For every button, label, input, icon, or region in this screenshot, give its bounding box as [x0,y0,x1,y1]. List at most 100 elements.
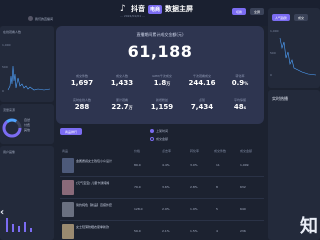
trend-line [279,37,317,76]
total-gmv-value: 61,188 [127,42,193,61]
edge-glyph: ‹ [0,207,5,218]
metric-label: 平均停留 [233,98,246,102]
qty: 4 [216,229,218,233]
table-row[interactable]: [元气宝宝] 儿童卡通纯棉 79.0 3.6% 2.8% 8 632 [60,177,264,199]
fullscreen-button[interactable]: 全屏 [250,8,264,15]
metric-value: 1.8万 [153,79,171,87]
price: 79.0 [134,185,141,189]
amount: 236 [240,229,246,233]
price: 89.0 [134,163,141,167]
axis-tick: 0 [270,73,272,77]
live-hot-panel: 实时热播 知 [268,90,320,240]
metric-label: 成交件数 [75,74,88,78]
metric: 累计观看 22.7万 [100,98,144,111]
amount: 632 [240,185,246,189]
bar [12,224,14,232]
metric-label: 新增粉丝 [155,98,168,102]
product-title: 简约纯色【新品】百搭外套 [76,203,113,207]
metric-label: 转化率 [235,74,245,78]
metric: 平均停留 48s [218,98,262,111]
table-row[interactable]: 简约纯色【新品】百搭外套 128.0 2.9% 1.9% 5 640 [60,199,264,221]
app-name: 抖音 [131,5,145,13]
ctr: 4.4% [162,163,170,167]
axis-tick: 1,000 [270,29,279,33]
brand: ♪ 抖音 电商 数据主屏 [120,4,193,14]
metric: GPM/千次成交 1.8万 [140,74,184,87]
cvr: 2.8% [190,185,198,189]
douyin-logo-icon: ♪ [120,3,126,14]
user-name: 我们的直播间 [35,16,54,21]
legend-item: 其他 [24,128,31,132]
user-profile-panel: 用户画像 ‹ [0,146,54,240]
column-header: 点击率 [162,149,172,153]
corner-glyph: 知 [300,216,318,237]
user-info: 我们的直播间 [28,16,53,21]
axis-tick: 1,000 [2,43,11,47]
radio-label: 成交金额 [156,137,169,141]
product-thumbnail [62,158,74,173]
axis-tick: 500 [270,51,276,55]
qty: 11 [216,163,220,167]
trend-panel: 人气趋势 成交 1,000 500 0 [268,8,320,88]
product-thumbnail [62,180,74,195]
channel-tag: 电商 [148,4,163,14]
page-title: 数据主屏 [165,5,194,13]
trend-chart: 1,000 500 0 [270,29,317,77]
price: 128.0 [134,207,143,211]
metric-value: 48s [233,103,247,111]
metric-value: 1,697 [70,79,94,87]
bar [24,222,26,232]
ctr: 3.6% [162,185,170,189]
online-viewers-chart: 1,000 500 0 [2,43,51,93]
metric: 新增粉丝 1,159 [140,98,184,111]
metric: 转化率 0.9% [218,74,262,87]
qty: 5 [216,207,218,211]
radio-dot [150,137,154,141]
panel-title: 实时热播 [272,96,288,101]
cvr: 3.0% [190,163,198,167]
column-header: 成交件数 [214,149,227,153]
traffic-source-panel: 流量来源 自然 付费 其他 [0,104,54,144]
online-viewers-panel: 在线观看人数 1,000 500 0 [0,26,54,102]
user-profile-bars [6,218,32,232]
column-header: 成交金额 [240,149,253,153]
column-header: 价格 [134,149,141,153]
axis-tick: 500 [2,65,8,69]
table-row[interactable]: 金属质感女士钱包小众设计 89.0 4.4% 3.0% 11 1,009 [60,155,264,177]
cvr: 1.9% [190,207,198,211]
radio-label: 上架时间 [156,129,169,133]
bar [30,228,32,232]
amount: 640 [240,207,246,211]
viewers-line [7,65,51,91]
qty: 8 [216,185,218,189]
radio-dot [150,129,154,133]
ctr: 2.1% [162,229,170,233]
metric-value: 1,159 [150,103,174,111]
product-title: 金属质感女士钱包小众设计 [76,159,113,163]
ctr: 2.9% [162,207,170,211]
sort-by-time-radio[interactable]: 上架时间 [150,129,168,133]
product-title: [元气宝宝] 儿童卡通纯棉 [76,181,110,185]
product-thumbnail [62,202,74,217]
bar [18,226,20,232]
hero-caption: 直播期间累计成交金额(元) [136,32,184,37]
metric-label: 成交人数 [115,74,128,78]
switch-button[interactable]: 切换 [232,8,246,15]
metric: 实时在线人数 288 [60,98,104,111]
metric-value: 0.9% [231,79,249,87]
metric-label: 实时在线人数 [72,98,91,102]
product-title: 女士轻薄防晒衣夏季新款 [76,225,110,229]
header-subline: ... 2022/01/01 ... [120,14,145,18]
product-rank-tab[interactable]: 商品排行 [60,128,82,135]
metric: 成交件数 1,697 [60,74,104,87]
column-header: 商品 [62,149,69,153]
axis-tick: 0 [2,89,4,93]
price: 59.0 [134,229,141,233]
metric-label: 累计观看 [115,98,128,102]
avatar [28,16,33,21]
table-row[interactable]: 女士轻薄防晒衣夏季新款 59.0 2.1% 1.5% 4 236 [60,221,264,240]
sort-by-amount-radio[interactable]: 成交金额 [150,137,168,141]
column-header: 转化率 [190,149,200,153]
metric-label: GPM/千次成交 [152,74,172,78]
metric-value: 1,433 [110,79,134,87]
